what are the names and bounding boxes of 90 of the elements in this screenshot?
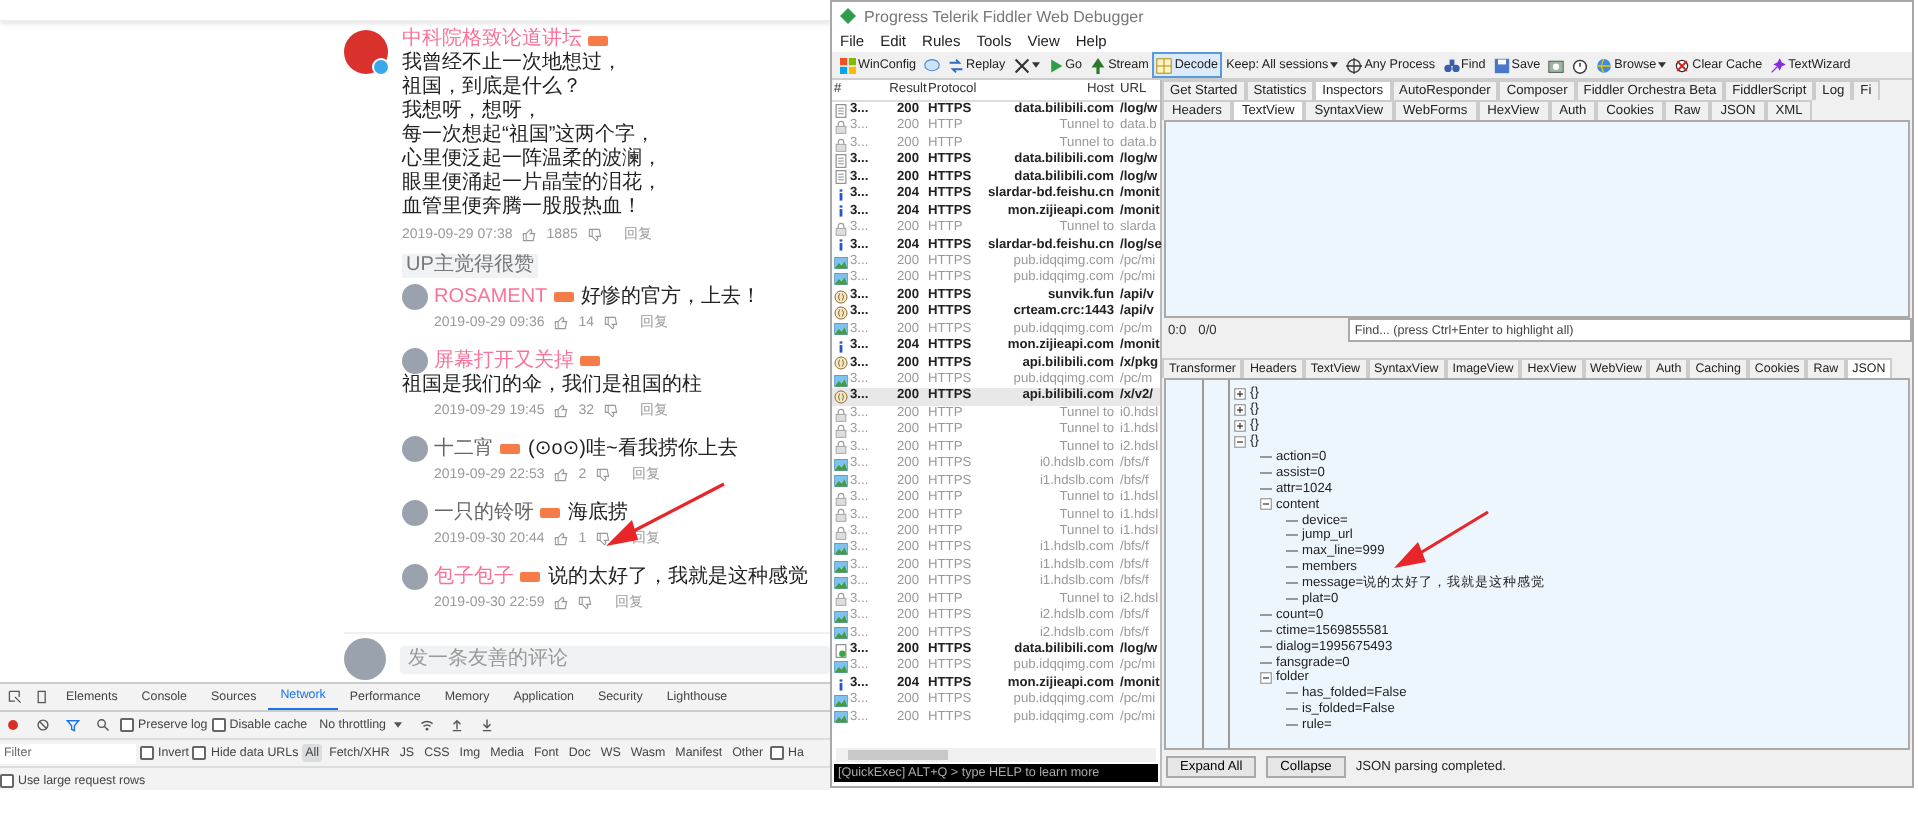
thumbs-up-icon[interactable] bbox=[554, 595, 569, 609]
json-icon bbox=[834, 356, 848, 371]
annotation-arrow bbox=[1394, 510, 1489, 568]
speech-bubble-icon bbox=[924, 57, 941, 73]
globe-icon bbox=[1596, 57, 1613, 73]
thumbs-down-icon[interactable] bbox=[578, 595, 593, 609]
reply-text: 海底捞 bbox=[568, 501, 628, 525]
wand-icon bbox=[1770, 57, 1787, 73]
record-icon[interactable] bbox=[6, 718, 20, 732]
reply-text: 好惨的官方，上去！ bbox=[581, 285, 762, 309]
avatar bbox=[402, 284, 428, 310]
comment-text-line: 心里便泛起一阵温柔的波澜， bbox=[402, 148, 664, 171]
download-icon[interactable] bbox=[480, 718, 494, 732]
username[interactable]: 一只的铃呀 bbox=[434, 501, 534, 525]
reply-text: (⊙o⊙)哇~看我捞你上去 bbox=[528, 437, 738, 461]
thumbs-down-icon[interactable] bbox=[596, 531, 611, 545]
reply-text: 祖国是我们的伞，我们是祖国的柱 bbox=[402, 374, 702, 398]
expand-toggle-icon[interactable] bbox=[1234, 403, 1246, 416]
binoculars-icon bbox=[1443, 57, 1460, 73]
avatar bbox=[344, 638, 386, 680]
filter-icon[interactable] bbox=[66, 718, 80, 732]
level-badge-icon bbox=[520, 572, 540, 582]
level-badge-icon bbox=[540, 508, 560, 518]
thumbs-up-icon[interactable] bbox=[554, 467, 569, 481]
diamond-icon bbox=[840, 8, 856, 24]
collapse-toggle-icon[interactable] bbox=[1260, 671, 1272, 684]
comment-text-line: 我想呀，想呀， bbox=[402, 100, 544, 123]
inspect-element-icon[interactable] bbox=[8, 690, 22, 704]
expand-toggle-icon[interactable] bbox=[1234, 387, 1246, 400]
comment-input[interactable]: 发一条友善的评论 bbox=[400, 645, 830, 673]
up-liked-tag: UP主觉得很赞 bbox=[402, 254, 538, 278]
caret-icon bbox=[394, 722, 402, 728]
thumbs-up-icon[interactable] bbox=[522, 227, 537, 241]
caret-icon bbox=[1658, 62, 1667, 68]
crosshair-icon bbox=[1346, 57, 1363, 73]
thumbs-down-icon[interactable] bbox=[596, 467, 611, 481]
collapse-toggle-icon[interactable] bbox=[1234, 435, 1246, 448]
level-badge-icon bbox=[580, 356, 600, 366]
request-text-pane[interactable] bbox=[1164, 120, 1910, 318]
avatar bbox=[402, 436, 428, 462]
username[interactable]: 十二宵 bbox=[434, 437, 494, 461]
verified-badge-icon bbox=[372, 58, 390, 76]
comment-text-line: 血管里便奔腾一股股热血！ bbox=[402, 196, 644, 220]
cross-circle-icon bbox=[1674, 57, 1691, 73]
comment-text-line: 每一次想起“祖国”这两个字， bbox=[402, 124, 658, 147]
window-title: Progress Telerik Fiddler Web Debugger bbox=[864, 7, 1144, 25]
collapse-toggle-icon[interactable] bbox=[1260, 498, 1272, 511]
avatar bbox=[402, 564, 428, 590]
lock-icon bbox=[834, 221, 848, 236]
play-icon bbox=[1047, 57, 1064, 73]
thumbs-up-icon[interactable] bbox=[554, 315, 569, 329]
upload-icon[interactable] bbox=[450, 718, 464, 732]
info-icon bbox=[834, 238, 848, 253]
thumbs-down-icon[interactable] bbox=[604, 403, 619, 417]
arrows-icon bbox=[948, 57, 965, 73]
comment-text-line: 眼里便涌起一片晶莹的泪花， bbox=[402, 172, 664, 195]
json-icon bbox=[834, 390, 848, 405]
level-badge-icon bbox=[500, 444, 520, 454]
level-badge-icon bbox=[553, 292, 574, 302]
image-icon bbox=[834, 322, 848, 337]
thumbs-up-icon[interactable] bbox=[554, 531, 569, 545]
level-badge-icon bbox=[588, 35, 608, 45]
network-conditions-icon[interactable] bbox=[420, 718, 434, 732]
caret-icon bbox=[1330, 62, 1339, 68]
annotation-arrow bbox=[606, 482, 725, 546]
camera-icon bbox=[1548, 57, 1565, 73]
four-squares-icon bbox=[840, 57, 856, 73]
thumbs-up-icon[interactable] bbox=[554, 403, 569, 417]
caret-icon bbox=[1031, 62, 1040, 68]
expand-toggle-icon[interactable] bbox=[1234, 419, 1246, 432]
thumbs-down-icon[interactable] bbox=[604, 315, 619, 329]
device-toggle-icon[interactable] bbox=[34, 690, 48, 704]
grid-icon bbox=[1156, 57, 1173, 73]
reply-text: 说的太好了，我就是这种感觉 bbox=[548, 565, 808, 589]
clear-icon[interactable] bbox=[36, 718, 50, 732]
save-icon bbox=[1493, 57, 1510, 73]
horizontal-scrollbar[interactable] bbox=[836, 748, 1156, 762]
thumbs-down-icon[interactable] bbox=[587, 227, 602, 241]
image-icon bbox=[834, 660, 848, 675]
info-icon bbox=[834, 339, 848, 354]
avatar bbox=[402, 348, 428, 374]
info-icon bbox=[834, 677, 848, 692]
avatar bbox=[402, 500, 428, 526]
search-icon[interactable] bbox=[96, 718, 110, 732]
stopwatch-icon bbox=[1572, 57, 1589, 73]
x-icon bbox=[1013, 57, 1030, 73]
comment-text-line: 我曾经不止一次地想过， bbox=[402, 52, 624, 75]
image-icon bbox=[834, 373, 848, 388]
lock-icon bbox=[834, 592, 848, 607]
comment-text-line: 祖国，到底是什么？ bbox=[402, 76, 584, 99]
